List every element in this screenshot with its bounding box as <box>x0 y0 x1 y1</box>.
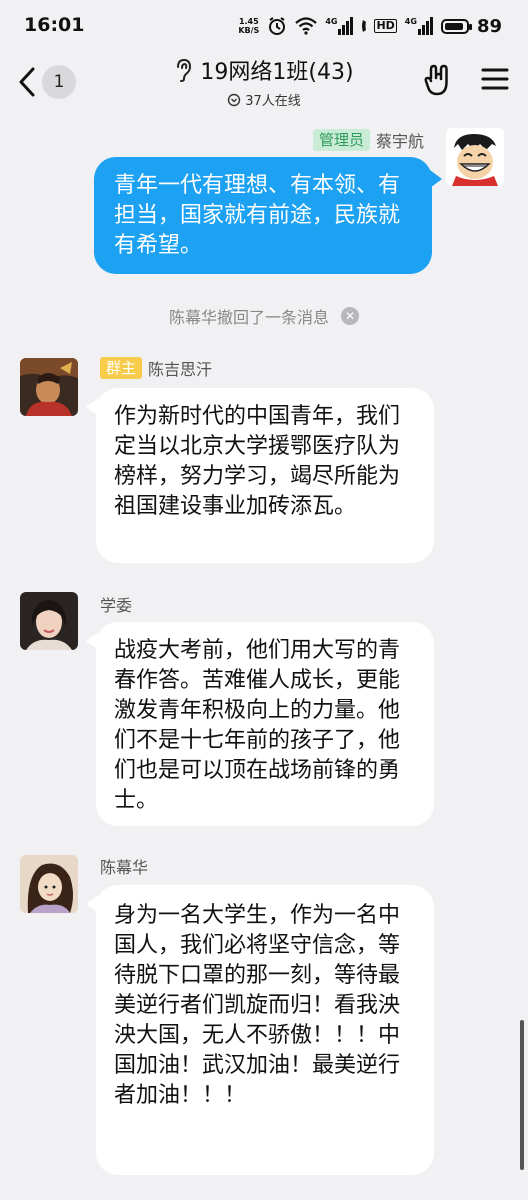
menu-button[interactable] <box>480 64 514 98</box>
network-speed: 1.45 KB/S <box>238 17 259 35</box>
recall-notice: 陈幕华撤回了一条消息 ✕ <box>0 304 528 328</box>
alarm-icon <box>269 17 286 35</box>
avatar-study-rep[interactable] <box>20 592 78 650</box>
cartoon-avatar-icon <box>446 128 504 186</box>
message-3-text: 战疫大考前，他们用大写的青春作答。苦难催人成长，更能激发青年积极向上的力量。他们… <box>114 638 401 813</box>
message-2-bubble[interactable]: 作为新时代的中国青年，我们定当以北京大学援鄂医疗队为榜样，努力学习，竭尽所能为祖… <box>96 388 434 563</box>
message-3-bubble[interactable]: 战疫大考前，他们用大写的青春作答。苦难催人成长，更能激发青年积极向上的力量。他们… <box>96 622 434 826</box>
group-title: 19网络1班(43) <box>200 60 354 85</box>
message-2-text: 作为新时代的中国青年，我们定当以北京大学援鄂医疗队为榜样，努力学习，竭尽所能为祖… <box>114 404 401 519</box>
status-bar: 16:01 1.45 KB/S 4G HD 4G 89 <box>0 0 528 52</box>
avatar-chen-muhua[interactable] <box>20 855 78 913</box>
wifi-icon <box>295 17 318 35</box>
owner-tag: 群主 <box>100 357 143 379</box>
status-icons: 1.45 KB/S 4G HD 4G 89 <box>238 14 502 38</box>
message-2-sender-row: 群主 陈吉思汗 <box>100 356 212 380</box>
message-1-tail <box>430 170 442 188</box>
signal-2-icon: 4G <box>405 17 433 35</box>
status-time: 16:01 <box>24 14 85 36</box>
avatar-self[interactable] <box>446 128 504 186</box>
signal-2-label: 4G <box>404 17 417 26</box>
illustrated-girl-avatar-icon <box>20 855 78 913</box>
online-icon <box>228 93 241 106</box>
admin-tag: 管理员 <box>312 129 370 151</box>
battery-icon <box>440 18 472 34</box>
message-3-sender-row: 学委 <box>100 592 132 616</box>
portrait-avatar-icon <box>20 592 78 650</box>
online-count: 37人在线 <box>245 94 301 109</box>
network-speed-value: 1.45 <box>238 17 259 26</box>
signal-1-icon: 4G <box>325 17 354 35</box>
signal-1-label: 4G <box>325 17 338 26</box>
hd-label: HD <box>374 19 397 33</box>
scrollbar[interactable] <box>520 1020 524 1170</box>
interaction-button[interactable] <box>422 64 456 98</box>
recall-notice-text: 陈幕华撤回了一条消息 <box>168 308 329 327</box>
chat-header: 1 19网络1班(43) 37人在线 <box>0 52 528 114</box>
message-1-sender-row: 管理员 蔡宇航 <box>312 128 424 152</box>
battery-fill <box>444 22 463 30</box>
battery-percent: 89 <box>476 15 502 37</box>
message-1-bubble[interactable]: 青年一代有理想、有本领、有担当，国家就有前途，民族就有希望。 <box>94 157 432 274</box>
message-3-sender-name: 学委 <box>100 596 133 615</box>
hd-call-icon: HD <box>361 19 397 33</box>
menu-icon <box>481 68 509 90</box>
message-4-text: 身为一名大学生，作为一名中国人，我们必将坚守信念，等待脱下口罩的那一刻，等待最美… <box>114 903 401 1108</box>
rock-hand-icon <box>424 64 448 96</box>
ear-icon <box>177 58 192 82</box>
avatar-group-owner[interactable] <box>20 358 78 416</box>
message-1-sender-name: 蔡宇航 <box>375 132 424 151</box>
message-4-sender-name: 陈幕华 <box>100 858 149 877</box>
message-1-text: 青年一代有理想、有本领、有担当，国家就有前途，民族就有希望。 <box>114 173 401 258</box>
warrior-avatar-icon <box>20 358 78 416</box>
network-speed-unit: KB/S <box>238 26 260 35</box>
message-4-sender-row: 陈幕华 <box>100 854 148 878</box>
message-4-bubble[interactable]: 身为一名大学生，作为一名中国人，我们必将坚守信念，等待脱下口罩的那一刻，等待最美… <box>96 885 434 1175</box>
recall-close-icon[interactable]: ✕ <box>341 307 359 325</box>
message-2-sender-name: 陈吉思汗 <box>148 360 213 379</box>
